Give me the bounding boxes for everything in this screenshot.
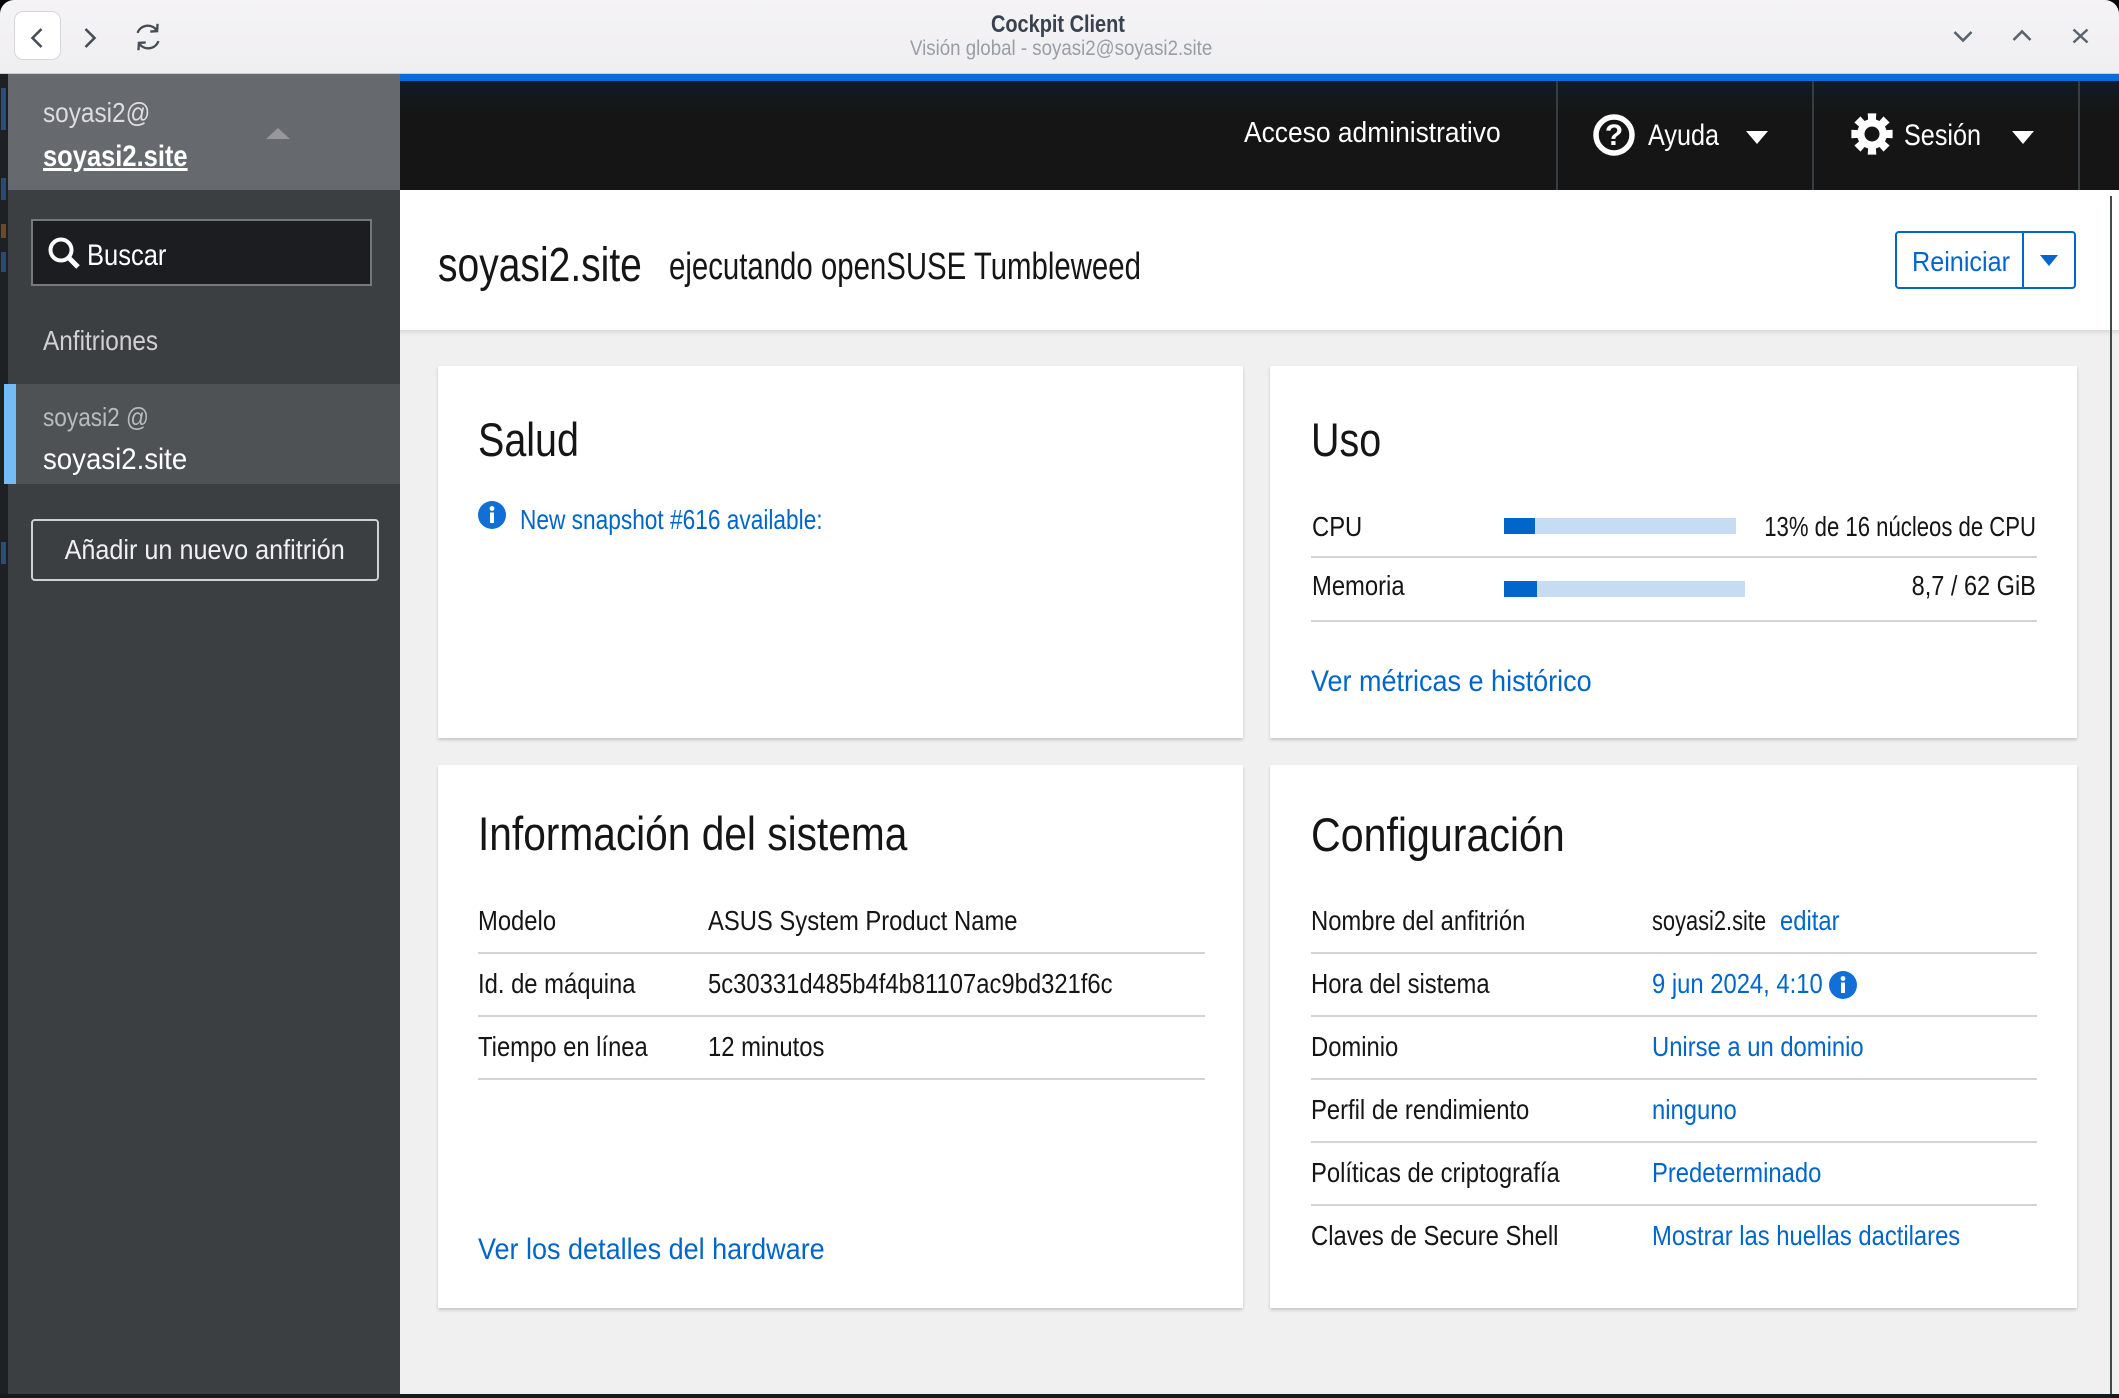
svg-text:?: ? [1605, 119, 1623, 152]
